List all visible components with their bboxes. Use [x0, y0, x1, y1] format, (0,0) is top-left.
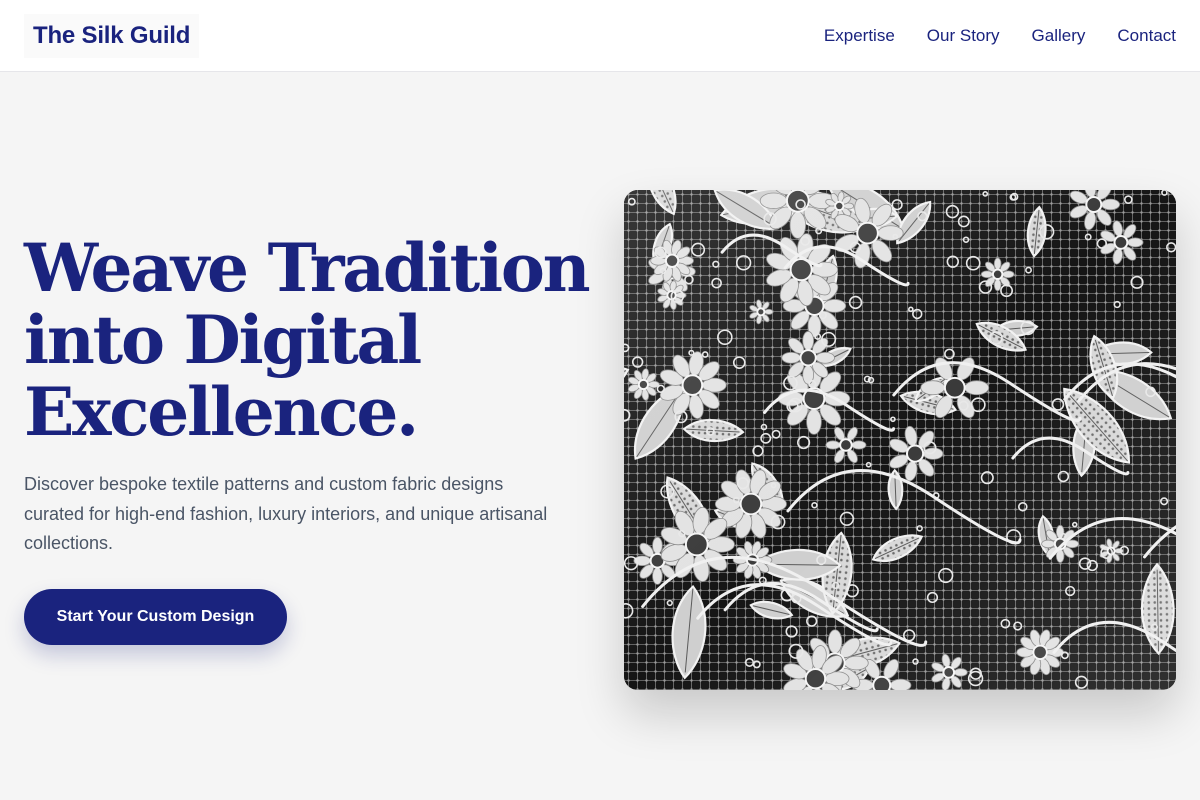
headline-line-3: Excellence.	[24, 373, 419, 451]
nav-link-our-story[interactable]: Our Story	[927, 26, 1000, 46]
nav-link-contact[interactable]: Contact	[1117, 26, 1176, 46]
nav-link-expertise[interactable]: Expertise	[824, 26, 895, 46]
start-custom-design-button[interactable]: Start Your Custom Design	[24, 588, 287, 645]
main-nav: Expertise Our Story Gallery Contact	[824, 26, 1176, 46]
nav-link-gallery[interactable]: Gallery	[1032, 26, 1086, 46]
hero-headline: Weave Tradition into Digital Excellence.	[24, 232, 604, 448]
headline-line-1: Weave Tradition	[24, 229, 591, 307]
site-header: The Silk Guild Expertise Our Story Galle…	[0, 0, 1200, 72]
hero-content: Weave Tradition into Digital Excellence.…	[24, 232, 604, 645]
lace-fabric-image	[624, 190, 1176, 690]
hero-subtext: Discover bespoke textile patterns and cu…	[24, 474, 548, 553]
site-logo[interactable]: The Silk Guild	[24, 13, 200, 58]
lace-pattern-graphic	[624, 190, 1176, 690]
headline-line-2: into Digital	[24, 301, 422, 379]
